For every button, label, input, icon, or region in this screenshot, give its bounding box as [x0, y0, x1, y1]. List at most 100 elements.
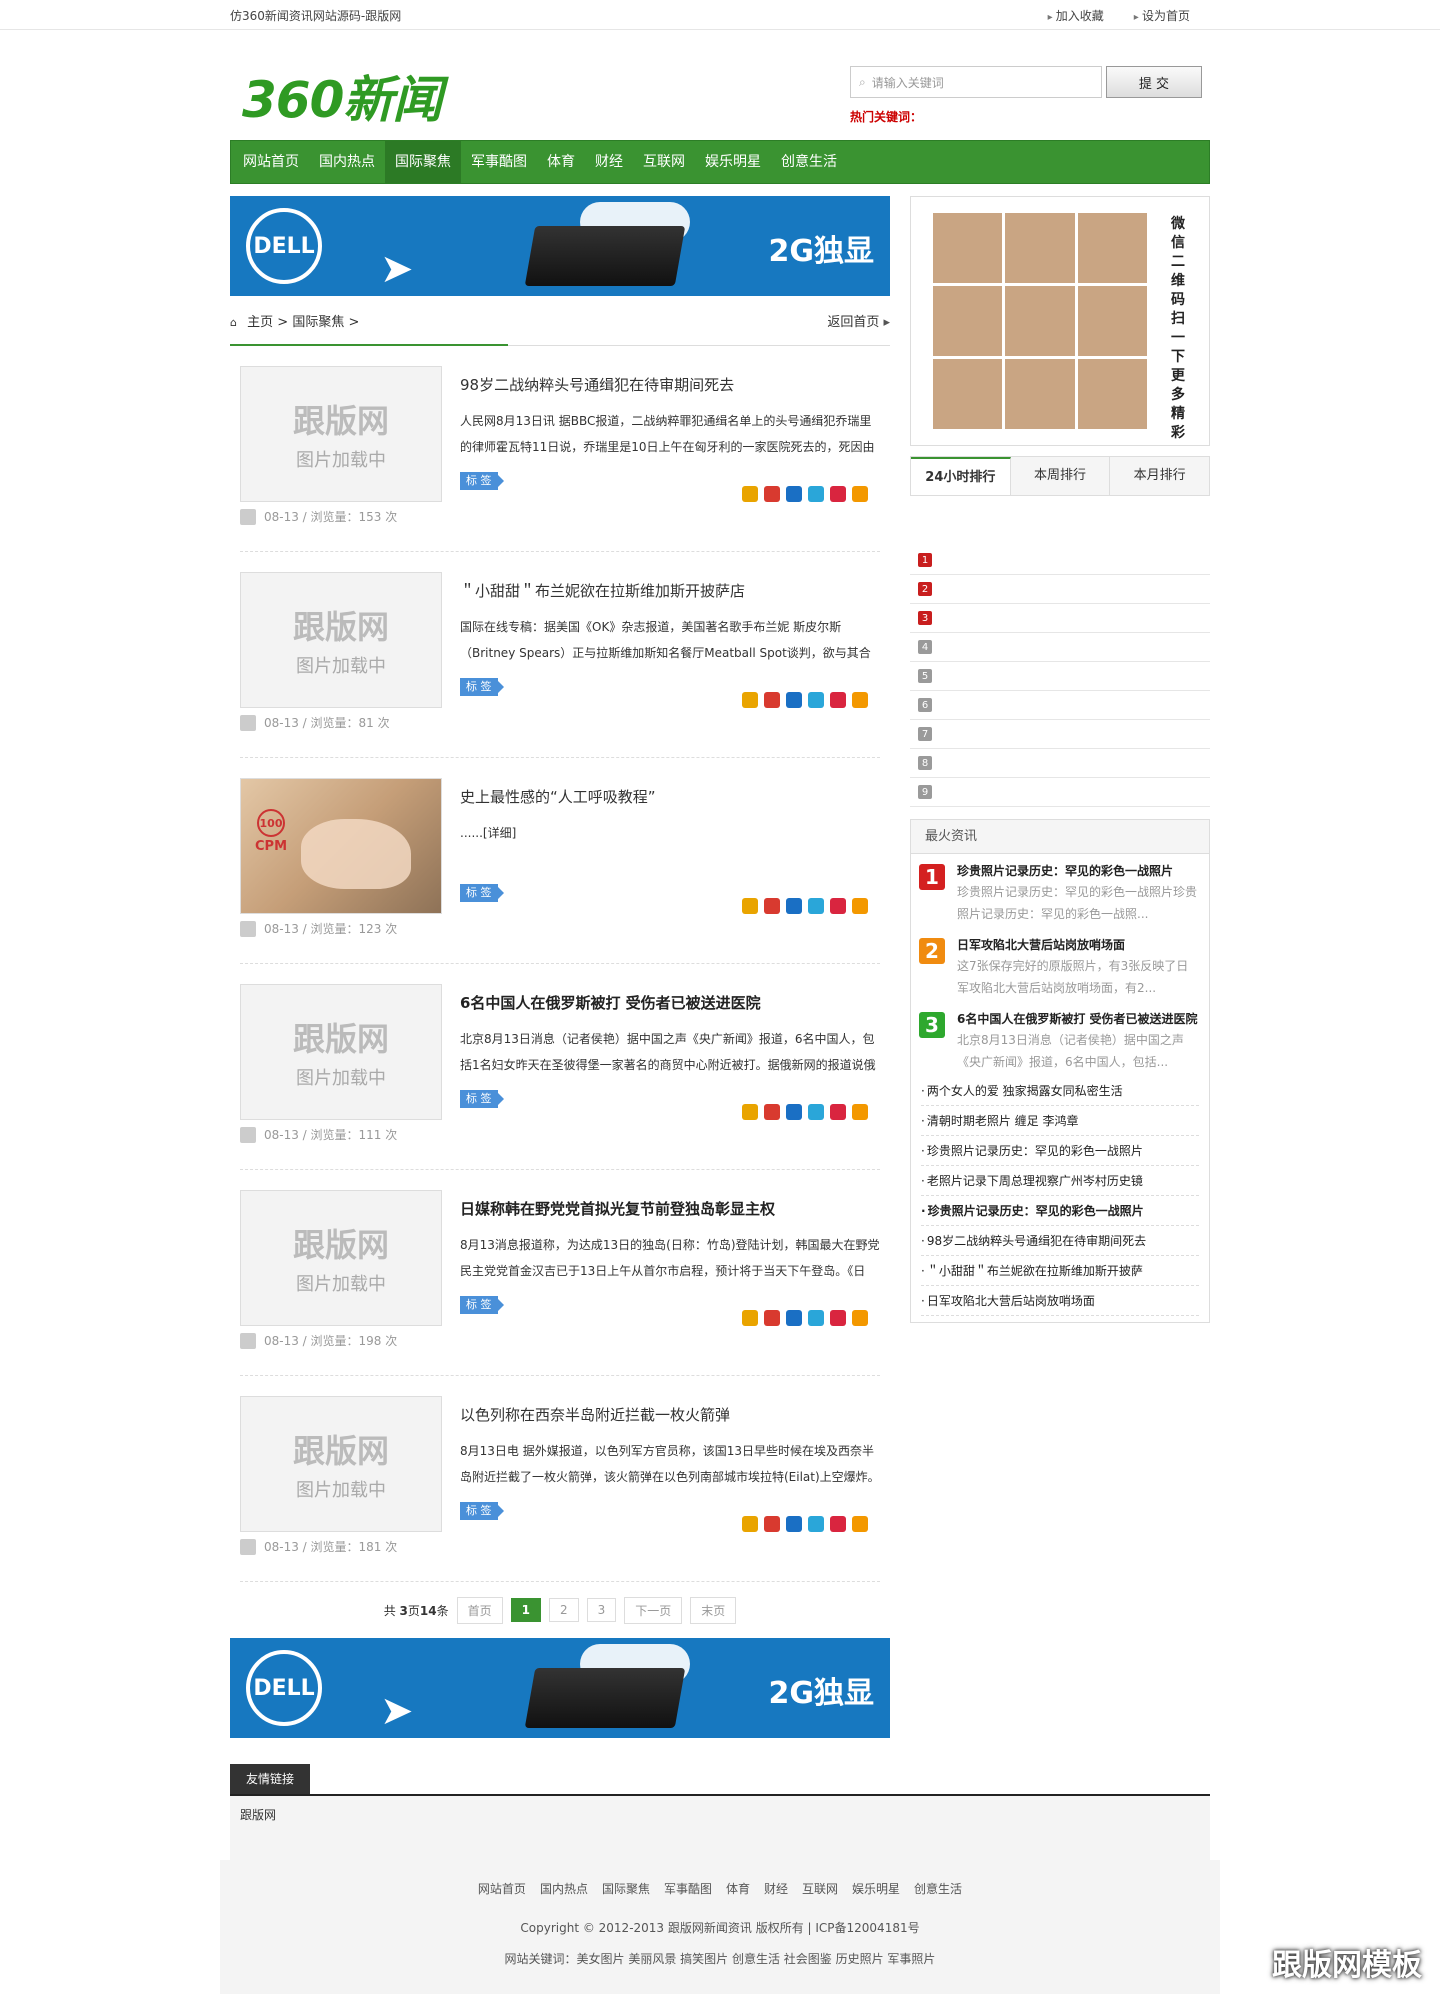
- article-thumbnail[interactable]: 跟版网 图片加载中: [240, 1190, 442, 1326]
- pager-next[interactable]: 下一页: [624, 1596, 683, 1624]
- douban-share-icon[interactable]: [830, 898, 846, 914]
- tab-month[interactable]: 本月排行: [1110, 457, 1209, 495]
- footer-nav-link[interactable]: 国际聚焦: [602, 1880, 650, 1897]
- douban-share-icon[interactable]: [830, 1310, 846, 1326]
- weibo-share-icon[interactable]: [764, 1310, 780, 1326]
- ranking-item[interactable]: 8: [910, 749, 1210, 778]
- weibo-share-icon[interactable]: [764, 486, 780, 502]
- set-homepage-link[interactable]: 设为首页: [1134, 7, 1190, 24]
- ranking-item[interactable]: 6: [910, 691, 1210, 720]
- nav-item-international[interactable]: 国际聚焦: [385, 141, 461, 183]
- footer-nav-link[interactable]: 互联网: [802, 1880, 838, 1897]
- pager-last[interactable]: 末页: [690, 1596, 737, 1624]
- hot-list-item[interactable]: ＂小甜甜＂布兰妮欲在拉斯维加斯开披萨: [921, 1256, 1199, 1286]
- breadcrumb-home[interactable]: 主页: [247, 315, 273, 330]
- tqq-share-icon[interactable]: [808, 898, 824, 914]
- tag-badge[interactable]: 标 签: [460, 1502, 503, 1520]
- qzone-share-icon[interactable]: [742, 486, 758, 502]
- qzone-share-icon[interactable]: [742, 1310, 758, 1326]
- hot-list-item[interactable]: 98岁二战纳粹头号通缉犯在待审期间死去: [921, 1226, 1199, 1256]
- qzone-share-icon[interactable]: [742, 1104, 758, 1120]
- tqq-share-icon[interactable]: [808, 1516, 824, 1532]
- article-title[interactable]: 以色列称在西奈半岛附近拦截一枚火箭弹: [460, 1404, 730, 1425]
- nav-item-sports[interactable]: 体育: [537, 141, 585, 183]
- douban-share-icon[interactable]: [830, 486, 846, 502]
- back-home-link[interactable]: 返回首页: [827, 311, 890, 330]
- hot-featured-title[interactable]: 日军攻陷北大营后站岗放哨场面: [957, 936, 1199, 953]
- pager-page-2[interactable]: 2: [549, 1598, 579, 1622]
- hot-list-item[interactable]: 两个女人的爱 独家揭露女同私密生活: [921, 1076, 1199, 1106]
- nav-item-entertainment[interactable]: 娱乐明星: [695, 141, 771, 183]
- article-title[interactable]: ＂小甜甜＂布兰妮欲在拉斯维加斯开披萨店: [460, 580, 745, 601]
- tag-badge[interactable]: 标 签: [460, 884, 503, 902]
- ad-banner-top[interactable]: DELL ➤ 2G独显: [230, 196, 890, 296]
- weibo-share-icon[interactable]: [764, 898, 780, 914]
- tag-badge[interactable]: 标 签: [460, 678, 503, 696]
- article-thumbnail[interactable]: 跟版网 图片加载中: [240, 984, 442, 1120]
- tag-badge[interactable]: 标 签: [460, 1090, 503, 1108]
- article-title[interactable]: 史上最性感的“人工呼吸教程”: [460, 786, 656, 807]
- weibo-share-icon[interactable]: [764, 692, 780, 708]
- footer-nav-link[interactable]: 军事酷图: [664, 1880, 712, 1897]
- qzone-share-icon[interactable]: [742, 898, 758, 914]
- pager-page-3[interactable]: 3: [586, 1598, 617, 1622]
- renren-share-icon[interactable]: [786, 1310, 802, 1326]
- footer-nav-link[interactable]: 娱乐明星: [852, 1880, 900, 1897]
- weibo-share-icon[interactable]: [764, 1104, 780, 1120]
- more-share-icon[interactable]: [852, 1310, 868, 1326]
- more-share-icon[interactable]: [852, 486, 868, 502]
- tqq-share-icon[interactable]: [808, 1310, 824, 1326]
- footer-nav-link[interactable]: 体育: [726, 1880, 750, 1897]
- footer-nav-link[interactable]: 创意生活: [914, 1880, 962, 1897]
- hot-list-item[interactable]: 清朝时期老照片 缠足 李鸿章: [921, 1106, 1199, 1136]
- tab-24h[interactable]: 24小时排行: [911, 457, 1011, 495]
- footer-nav-link[interactable]: 财经: [764, 1880, 788, 1897]
- more-share-icon[interactable]: [852, 692, 868, 708]
- tqq-share-icon[interactable]: [808, 486, 824, 502]
- bookmark-link[interactable]: 加入收藏: [1048, 7, 1104, 24]
- more-share-icon[interactable]: [852, 898, 868, 914]
- article-thumbnail[interactable]: 跟版网 图片加载中: [240, 1396, 442, 1532]
- more-share-icon[interactable]: [852, 1104, 868, 1120]
- ranking-item[interactable]: 4: [910, 633, 1210, 662]
- nav-item-finance[interactable]: 财经: [585, 141, 633, 183]
- footer-nav-link[interactable]: 网站首页: [478, 1880, 526, 1897]
- ranking-item[interactable]: 7: [910, 720, 1210, 749]
- renren-share-icon[interactable]: [786, 1104, 802, 1120]
- ranking-item[interactable]: 5: [910, 662, 1210, 691]
- ranking-item[interactable]: 1: [910, 546, 1210, 575]
- pager-first[interactable]: 首页: [456, 1596, 503, 1624]
- douban-share-icon[interactable]: [830, 1516, 846, 1532]
- nav-item-internet[interactable]: 互联网: [633, 141, 695, 183]
- tag-badge[interactable]: 标 签: [460, 1296, 503, 1314]
- nav-item-home[interactable]: 网站首页: [233, 141, 309, 183]
- article-thumbnail[interactable]: 100 CPM: [240, 778, 442, 914]
- renren-share-icon[interactable]: [786, 898, 802, 914]
- nav-item-domestic[interactable]: 国内热点: [309, 141, 385, 183]
- hot-list-item[interactable]: 珍贵照片记录历史：罕见的彩色一战照片: [921, 1136, 1199, 1166]
- hot-list-item[interactable]: 珍贵照片记录历史：罕见的彩色一战照片: [921, 1196, 1199, 1226]
- article-thumbnail[interactable]: 跟版网 图片加载中: [240, 572, 442, 708]
- nav-item-military[interactable]: 军事酷图: [461, 141, 537, 183]
- renren-share-icon[interactable]: [786, 486, 802, 502]
- tqq-share-icon[interactable]: [808, 1104, 824, 1120]
- footer-nav-link[interactable]: 国内热点: [540, 1880, 588, 1897]
- article-title[interactable]: 日媒称韩在野党党首拟光复节前登独岛彰显主权: [460, 1198, 775, 1219]
- renren-share-icon[interactable]: [786, 1516, 802, 1532]
- photo-grid[interactable]: [933, 213, 1147, 429]
- renren-share-icon[interactable]: [786, 692, 802, 708]
- douban-share-icon[interactable]: [830, 1104, 846, 1120]
- breadcrumb-current[interactable]: 国际聚焦: [292, 315, 344, 330]
- hot-list-item[interactable]: 日军攻陷北大营后站岗放哨场面: [921, 1286, 1199, 1316]
- hot-featured-title[interactable]: 6名中国人在俄罗斯被打 受伤者已被送进医院: [957, 1010, 1199, 1027]
- ad-banner-bottom[interactable]: DELL ➤ 2G独显: [230, 1638, 890, 1738]
- article-title[interactable]: 98岁二战纳粹头号通缉犯在待审期间死去: [460, 374, 734, 395]
- search-input[interactable]: ⌕ 请输入关键词: [850, 66, 1102, 98]
- search-submit-button[interactable]: 提 交: [1106, 66, 1202, 98]
- tqq-share-icon[interactable]: [808, 692, 824, 708]
- weibo-share-icon[interactable]: [764, 1516, 780, 1532]
- nav-item-lifestyle[interactable]: 创意生活: [771, 141, 847, 183]
- ranking-item[interactable]: 3: [910, 604, 1210, 633]
- logo[interactable]: 360新闻: [242, 60, 442, 132]
- qzone-share-icon[interactable]: [742, 692, 758, 708]
